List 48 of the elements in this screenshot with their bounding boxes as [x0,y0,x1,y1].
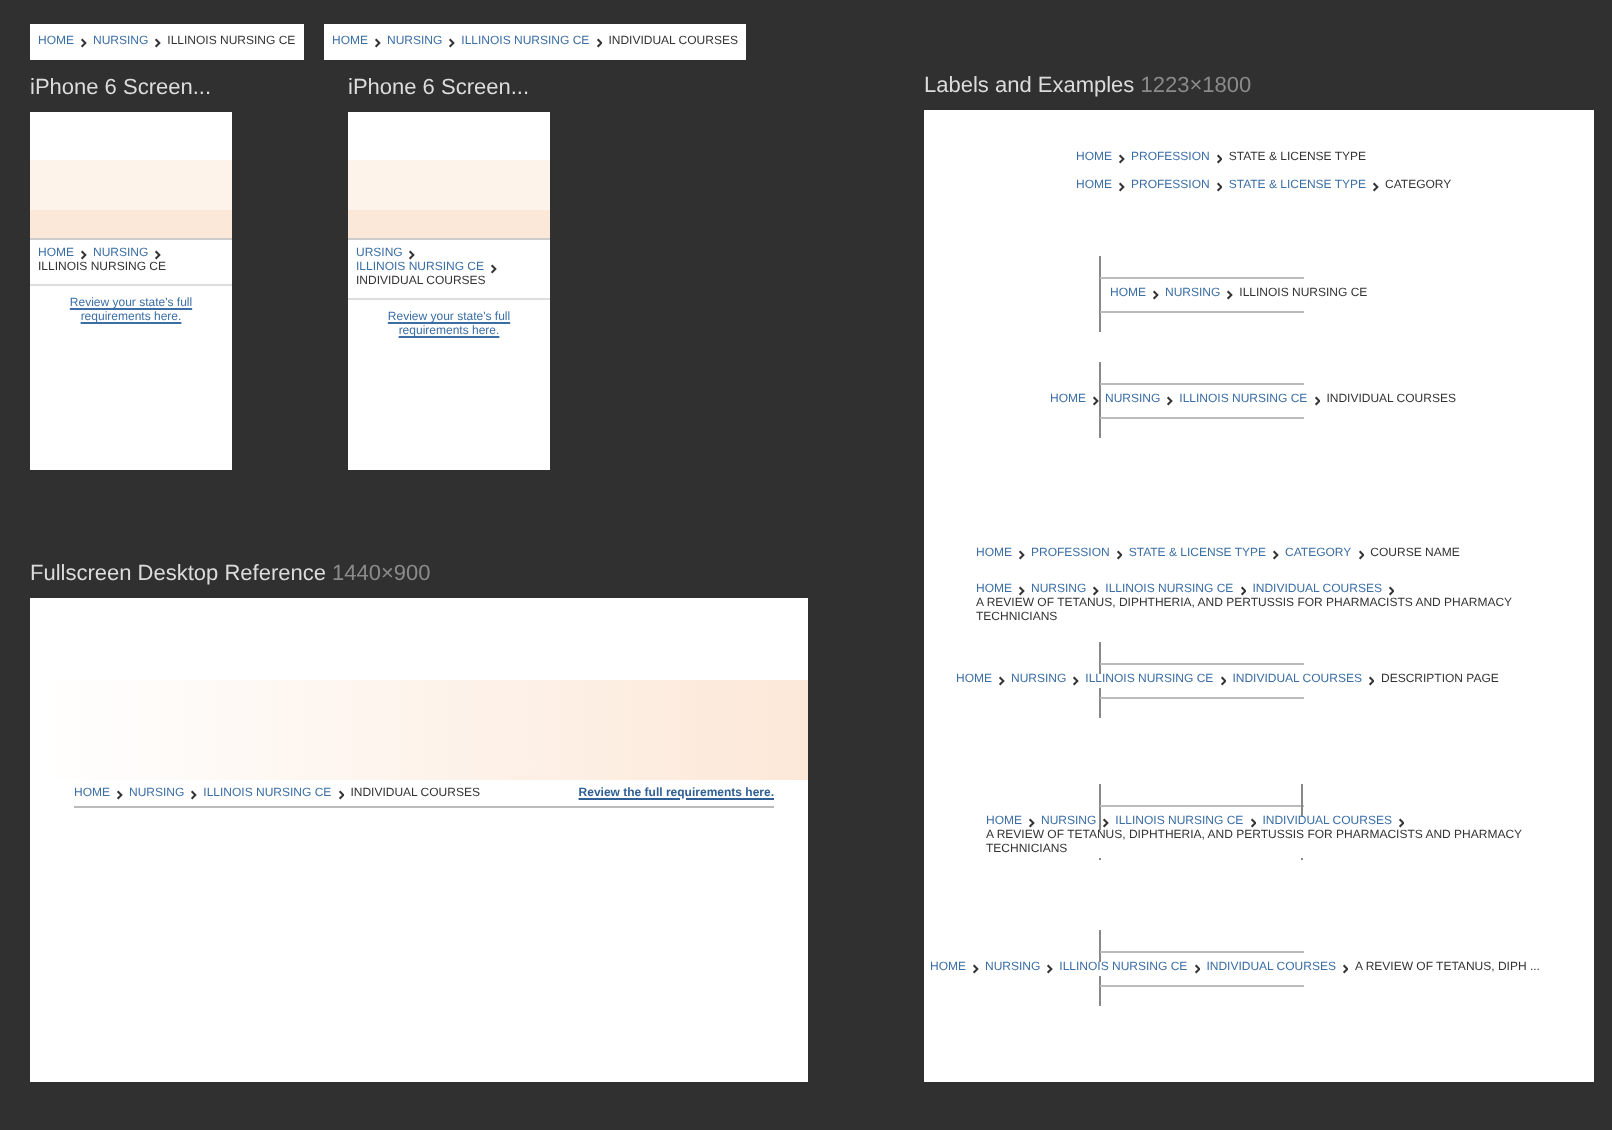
chevron-icon [1018,550,1025,560]
chevron-icon [1367,676,1375,686]
chevron-icon [154,37,162,47]
chevron-icon [1341,964,1349,974]
chevron-icon [972,964,979,974]
chevron-icon [1357,550,1365,560]
chevron-icon [1239,586,1247,596]
chevron-icon [1092,396,1099,406]
chevron-icon [1028,818,1035,828]
chevron-icon [116,789,123,799]
chevron-icon [1092,586,1100,596]
chevron-icon [408,250,416,260]
chevron-icon [1387,586,1395,596]
chevron-icon [1272,550,1280,560]
artboard-title: Fullscreen Desktop Reference [30,562,326,586]
artboard-title: iPhone 6 Screen... [348,76,530,100]
chevron-icon [80,250,87,260]
chevron-icon [998,676,1005,686]
chevron-icon [1219,676,1227,686]
chevron-icon [337,789,345,799]
artboard-title: Labels and Examples [924,74,1135,98]
chevron-icon [1249,818,1257,828]
artboard-size: 1440×900 [332,562,431,586]
chevron-icon [1102,818,1110,828]
chevron-icon [190,789,198,799]
chevron-icon [1226,290,1234,300]
chevron-icon [374,37,381,47]
chevron-icon [1115,550,1123,560]
chevron-icon [448,37,456,47]
artboard-size: 1223×1800 [1140,74,1252,98]
chevron-icon [1215,154,1223,164]
chevron-icon [1118,154,1125,164]
chevron-icon [1372,182,1380,192]
chevron-icon [490,264,498,274]
chevron-icon [1072,676,1080,686]
chevron-icon [1313,396,1321,406]
chevron-icon [1215,182,1223,192]
chevron-icon [595,37,603,47]
chevron-icon [1046,964,1054,974]
chevron-icon [1018,586,1025,596]
chevron-icon [154,250,162,260]
chevron-icon [1118,182,1125,192]
chevron-icon [1397,818,1405,828]
chevron-icon [1166,396,1174,406]
chevron-icon [80,37,87,47]
chevron-icon [1152,290,1159,300]
artboard-title: iPhone 6 Screen... [30,76,212,100]
chevron-icon [1193,964,1201,974]
